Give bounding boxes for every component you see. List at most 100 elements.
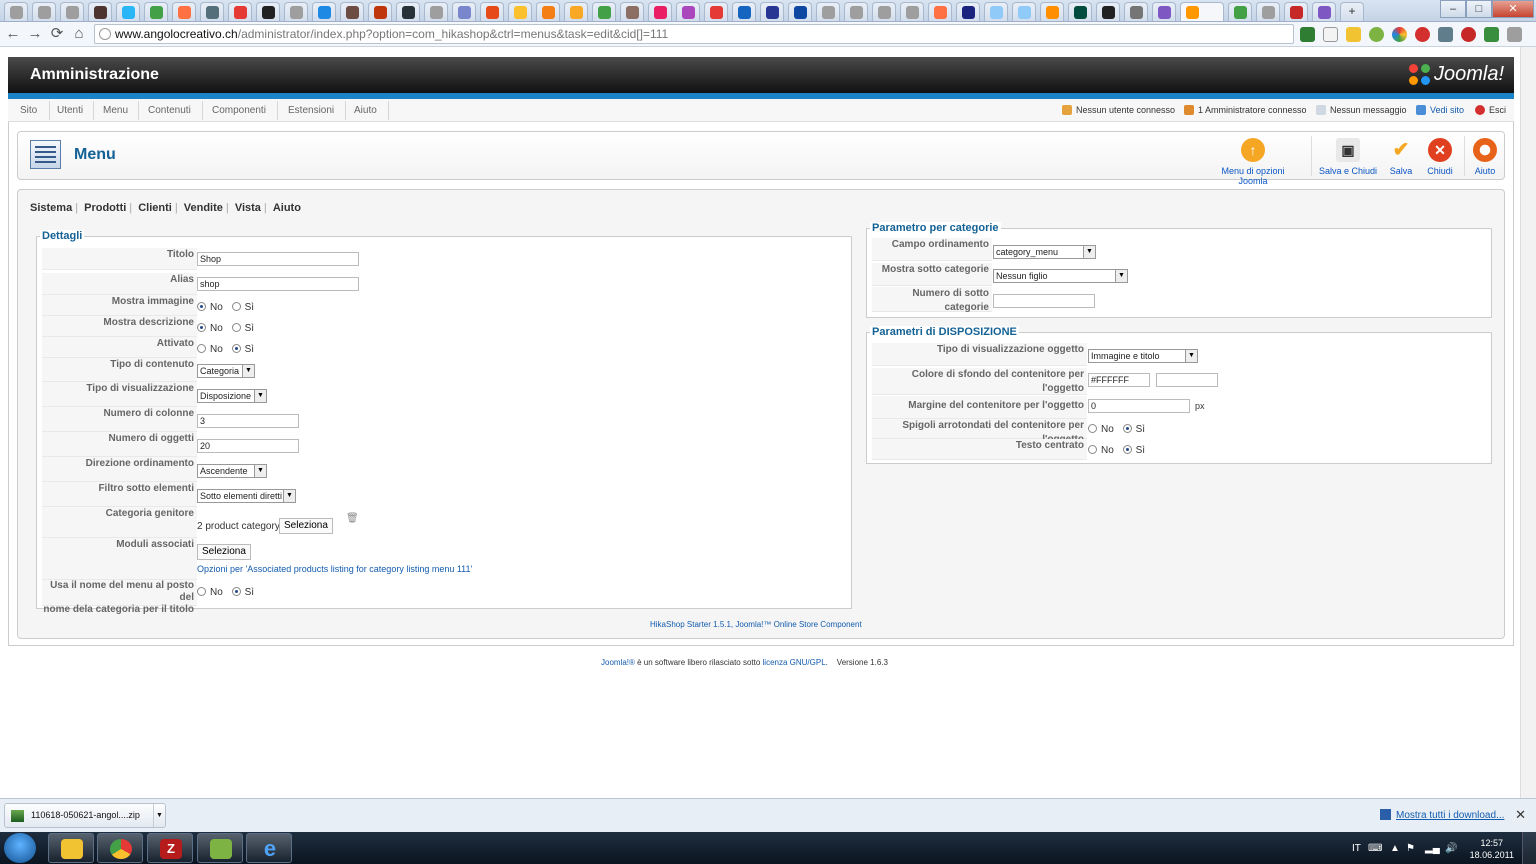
associated-products-link[interactable]: Opzioni per 'Associated products listing… [197,564,472,574]
close-shelf-icon[interactable]: ✕ [1515,807,1526,823]
subnav-prodotti[interactable]: Prodotti [84,202,126,214]
browser-tab[interactable] [32,2,56,21]
chevron-down-icon[interactable]: ▼ [153,804,165,827]
menu-componenti[interactable]: Componenti [212,105,266,116]
ie-task[interactable]: e [246,833,292,863]
browser-tab[interactable] [788,2,812,21]
browser-tab[interactable] [844,2,868,21]
colore-sfondo-input[interactable]: #FFFFFF [1088,373,1150,387]
opera-icon[interactable] [1415,27,1430,42]
browser-tab-active[interactable] [1180,2,1224,21]
subnav-vendite[interactable]: Vendite [184,202,223,214]
browser-tab[interactable] [620,2,644,21]
numero-sotto-categorie-input[interactable] [993,294,1095,308]
language-indicator[interactable]: IT [1352,843,1361,854]
browser-tab[interactable] [340,2,364,21]
browser-tab[interactable] [704,2,728,21]
browser-tab[interactable] [1096,2,1120,21]
flag-icon[interactable]: ⚑ [1406,843,1415,854]
extension-icon[interactable] [1438,27,1453,42]
start-button[interactable] [4,833,36,863]
mostra-sotto-categorie-select[interactable]: Nessun figlio ▼ [993,269,1128,283]
browser-tab[interactable] [396,2,420,21]
browser-tab[interactable] [1124,2,1148,21]
browser-tab[interactable] [928,2,952,21]
explorer-task[interactable] [48,833,94,863]
view-site-link[interactable]: Vedi sito [1416,105,1464,115]
maximize-button[interactable]: □ [1466,0,1492,18]
wrench-icon[interactable] [1507,27,1522,42]
show-all-downloads-link[interactable]: Mostra tutti i download... [1380,809,1504,821]
tray-expand-icon[interactable]: ▲ [1390,843,1400,854]
extension-icon[interactable] [1461,27,1476,42]
menu-utenti[interactable]: Utenti [57,105,83,116]
browser-tab[interactable] [732,2,756,21]
reload-icon[interactable]: ⟳ [48,25,66,43]
browser-tab[interactable] [284,2,308,21]
browser-tab[interactable] [452,2,476,21]
joomla-options-button[interactable]: ↑ Menu di opzioni Joomla [1208,138,1298,186]
folder-icon[interactable] [1346,27,1361,42]
browser-tab[interactable] [1040,2,1064,21]
alias-input[interactable]: shop [197,277,359,291]
browser-tab[interactable] [872,2,896,21]
system-clock[interactable]: 12:57 18.06.2011 [1470,837,1514,861]
show-desktop-button[interactable] [1522,832,1536,864]
tipo-visualizzazione-select[interactable]: Disposizione ▼ [197,389,267,403]
browser-tab[interactable] [172,2,196,21]
star-icon[interactable] [1323,27,1338,42]
browser-tab[interactable] [900,2,924,21]
save-close-button[interactable]: ▣ Salva e Chiudi [1318,138,1378,176]
app-task[interactable] [197,833,243,863]
extension-icon[interactable] [1300,27,1315,42]
browser-tab[interactable] [508,2,532,21]
help-button[interactable]: Aiuto [1470,138,1500,176]
subnav-vista[interactable]: Vista [235,202,261,214]
numero-oggetti-input[interactable]: 20 [197,439,299,453]
spigoli-si-radio[interactable] [1122,424,1132,433]
minimize-button[interactable]: – [1440,0,1466,18]
colore-picker-input[interactable] [1156,373,1218,387]
forward-icon[interactable]: → [26,25,44,43]
browser-tab[interactable] [228,2,252,21]
browser-tab[interactable] [536,2,560,21]
mostra-immagine-no-radio[interactable] [197,302,206,311]
titolo-input[interactable]: Shop [197,252,359,266]
logout-link[interactable]: Esci [1475,105,1506,115]
campo-ordinamento-select[interactable]: category_menu ▼ [993,245,1096,259]
browser-tab[interactable] [1284,2,1308,21]
browser-tab[interactable] [60,2,84,21]
license-link[interactable]: licenza GNU/GPL [763,658,826,667]
subnav-clienti[interactable]: Clienti [138,202,172,214]
seleziona-modules-button[interactable]: Seleziona [197,544,251,560]
browser-tab[interactable] [1068,2,1092,21]
browser-tab[interactable] [200,2,224,21]
browser-tab[interactable] [4,2,28,21]
browser-tab[interactable] [676,2,700,21]
menu-contenuti[interactable]: Contenuti [148,105,191,116]
browser-tab[interactable] [1256,2,1280,21]
browser-tab[interactable] [816,2,840,21]
menu-menu[interactable]: Menu [103,105,128,116]
filtro-select[interactable]: Sotto elementi diretti ▼ [197,489,296,503]
browser-tab[interactable] [956,2,980,21]
browser-tab[interactable] [480,2,504,21]
browser-tab[interactable] [564,2,588,21]
menu-estensioni[interactable]: Estensioni [288,105,334,116]
browser-tab[interactable] [312,2,336,21]
trash-icon[interactable]: 🗑 [346,513,359,524]
save-button[interactable]: ✔ Salva [1384,138,1418,176]
back-icon[interactable]: ← [4,25,22,43]
mostra-descrizione-no-radio[interactable] [197,323,206,332]
extension-icon[interactable] [1392,27,1407,42]
browser-tab[interactable] [984,2,1008,21]
browser-tab[interactable] [648,2,672,21]
testo-centrato-no-radio[interactable] [1088,445,1097,454]
seleziona-category-button[interactable]: Seleziona [279,518,333,534]
direzione-select[interactable]: Ascendente ▼ [197,464,267,478]
chrome-task[interactable] [97,833,143,863]
browser-tab[interactable] [368,2,392,21]
keyboard-icon[interactable]: ⌨ [1368,843,1382,854]
menu-sito[interactable]: Sito [20,105,37,116]
browser-tab[interactable] [1152,2,1176,21]
